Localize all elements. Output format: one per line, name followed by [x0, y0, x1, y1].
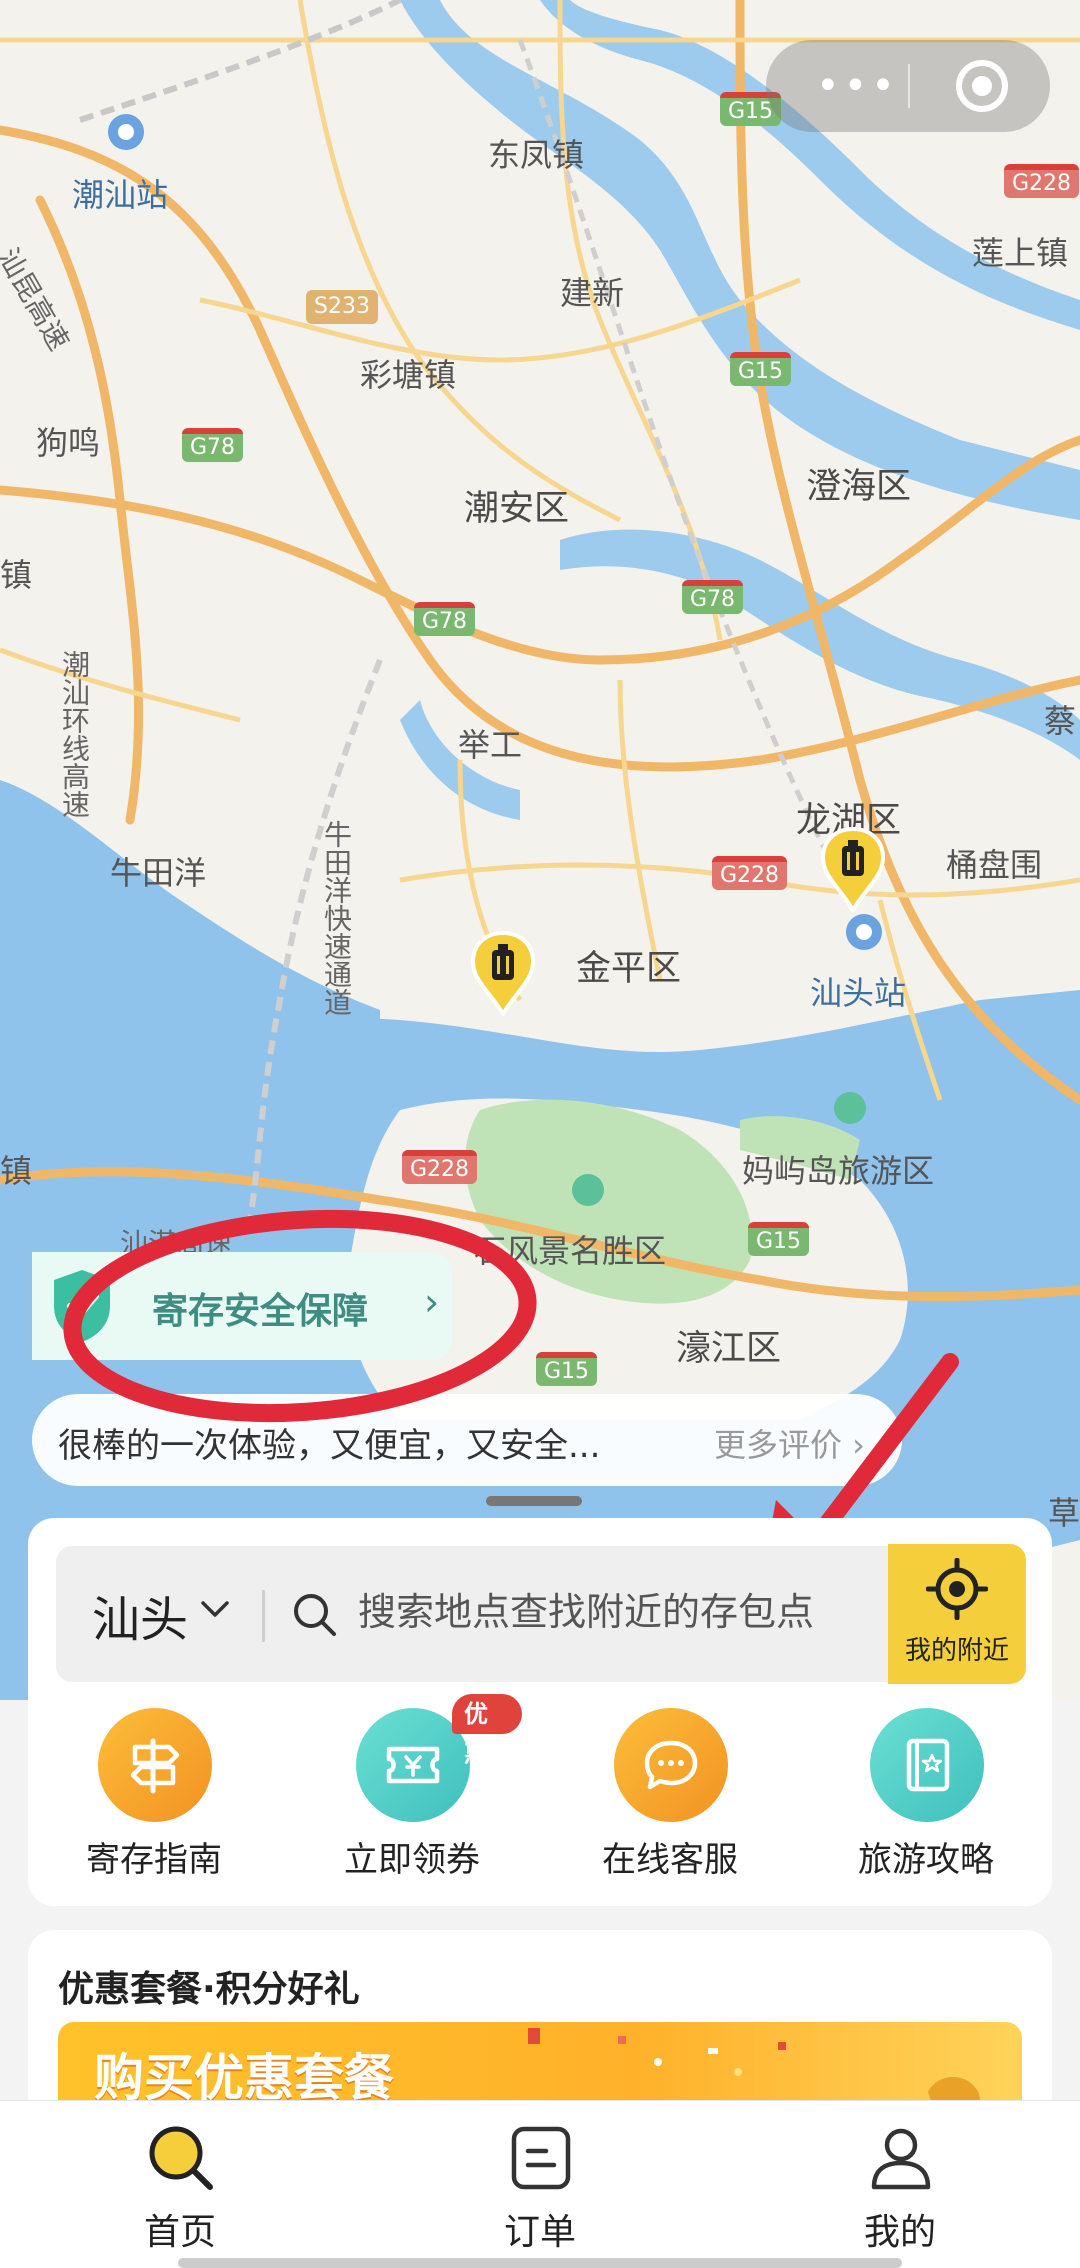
- more-menu-icon[interactable]: •••: [816, 66, 899, 106]
- road-shield-g228-3: G228: [402, 1150, 478, 1184]
- map-label-jinping: 金平区: [576, 949, 682, 989]
- app-root: 潮汕站 东凤镇 建新 彩塘镇 莲上镇 狗鸣 潮安区 澄海区 镇 举工 龙湖区 牛…: [0, 0, 1080, 2268]
- storage-pin-icon[interactable]: [470, 930, 536, 1016]
- shield-icon: [54, 1270, 110, 1342]
- search-divider: [262, 1590, 265, 1642]
- tab-label: 我的: [863, 2212, 936, 2253]
- road-shield-g15-4: G15: [536, 1352, 598, 1386]
- nearby-button[interactable]: 我的附近: [888, 1544, 1026, 1684]
- discount-badge: 优惠: [452, 1694, 522, 1768]
- map-label-mayu: 妈屿岛旅游区: [742, 1152, 935, 1190]
- quick-action-travel-guide[interactable]: 旅游攻略: [816, 1704, 1036, 1884]
- tab-orders[interactable]: 订单: [440, 2101, 640, 2268]
- home-indicator: [178, 2258, 902, 2268]
- road-shield-g228-2: G228: [712, 856, 788, 890]
- map-label-haojiang: 濠江区: [676, 1329, 782, 1369]
- map-label-expressway-w: 潮汕环线高速: [58, 650, 91, 818]
- quick-action-label: 在线客服: [602, 1840, 738, 1880]
- map-label-scenic: 石风景名胜区: [474, 1232, 667, 1270]
- user-icon: [871, 2128, 931, 2190]
- chevron-right-icon: ›: [424, 1280, 440, 1324]
- guidebook-icon: [906, 1738, 950, 1792]
- map-label-chenghai: 澄海区: [806, 467, 912, 507]
- tab-label: 订单: [503, 2212, 576, 2253]
- map-label-tongpanwei: 桶盘围: [946, 846, 1043, 884]
- storage-guide-circle: [98, 1708, 212, 1822]
- map-label-cao: 草: [1048, 1494, 1080, 1532]
- chat-icon: [644, 1740, 698, 1790]
- coupon-icon: [386, 1746, 440, 1784]
- road-shield-g78: G78: [182, 428, 244, 462]
- target-icon[interactable]: [956, 60, 1008, 112]
- storage-pin-icon[interactable]: [820, 826, 886, 912]
- road-shield-g78-3: G78: [682, 580, 744, 614]
- tab-profile[interactable]: 我的: [800, 2101, 1000, 2268]
- locate-icon: [926, 1558, 988, 1620]
- quick-action-storage-guide[interactable]: 寄存指南: [44, 1704, 264, 1884]
- road-shield-s233: S233: [306, 290, 378, 324]
- road-shield-g228: G228: [1004, 164, 1080, 198]
- map-label-shantou-station: 汕头站: [810, 974, 907, 1012]
- city-selector[interactable]: 汕头: [92, 1580, 188, 1650]
- road-shield-g15-3: G15: [748, 1222, 810, 1256]
- order-icon: [511, 2126, 571, 2190]
- quick-action-label: 旅游攻略: [858, 1840, 994, 1880]
- safety-banner-label: 寄存安全保障: [152, 1291, 369, 1332]
- capsule-divider: [908, 64, 910, 108]
- map-label-jugong: 举工: [458, 726, 523, 764]
- search-bar: 汕头: [56, 1546, 1026, 1682]
- quick-action-customer-service[interactable]: 在线客服: [560, 1704, 780, 1884]
- more-reviews-link[interactable]: 更多评价 ›: [714, 1420, 865, 1466]
- travel-guide-circle: [870, 1708, 984, 1822]
- nearby-label: 我的附近: [904, 1636, 1009, 1666]
- map-label-gouming: 狗鸣: [36, 424, 101, 462]
- review-text: 很棒的一次体验，又便宜，又安全...: [58, 1426, 601, 1466]
- map-label-dongfeng: 东凤镇: [488, 136, 585, 174]
- map-label-zhen: 镇: [0, 556, 33, 594]
- map-label-niutianyang: 牛田洋: [110, 854, 207, 892]
- tab-home[interactable]: 首页: [80, 2101, 280, 2268]
- safety-guarantee-banner[interactable]: 寄存安全保障 ›: [32, 1252, 452, 1360]
- quick-action-label: 寄存指南: [86, 1840, 222, 1880]
- map-label-jianxin: 建新: [560, 274, 625, 312]
- map-label-chaoan: 潮安区: [464, 489, 570, 529]
- sheet-drag-handle[interactable]: [486, 1496, 582, 1506]
- customer-service-circle: [614, 1708, 728, 1822]
- miniprogram-capsule: •••: [766, 40, 1050, 132]
- map-label-zhen-2: 镇: [0, 1152, 33, 1190]
- road-shield-g78-2: G78: [414, 602, 476, 636]
- map-label-liansheng: 莲上镇: [972, 234, 1069, 272]
- road-shield-g15-2: G15: [730, 352, 792, 386]
- search-icon: [294, 1594, 336, 1636]
- map-label-caitang: 彩塘镇: [360, 356, 457, 394]
- map-label-chaoshan-station: 潮汕站: [72, 176, 169, 214]
- signpost-icon: [130, 1738, 180, 1794]
- quick-action-coupon[interactable]: 优惠 立即领券: [302, 1694, 522, 1884]
- tab-label: 首页: [143, 2212, 216, 2253]
- tab-bar: 首页 订单 我的: [0, 2100, 1080, 2268]
- chevron-down-icon[interactable]: [200, 1594, 230, 1624]
- promo-title: 优惠套餐·积分好礼: [58, 1969, 360, 2010]
- search-icon: [149, 2126, 213, 2190]
- map-label-cai: 蔡: [1044, 702, 1077, 740]
- review-strip[interactable]: 很棒的一次体验，又便宜，又安全... 更多评价 ›: [32, 1394, 902, 1486]
- quick-action-label: 立即领券: [344, 1840, 480, 1880]
- search-input[interactable]: [358, 1582, 918, 1642]
- map-label-expressway-v: 牛田洋快速通道: [320, 820, 353, 1016]
